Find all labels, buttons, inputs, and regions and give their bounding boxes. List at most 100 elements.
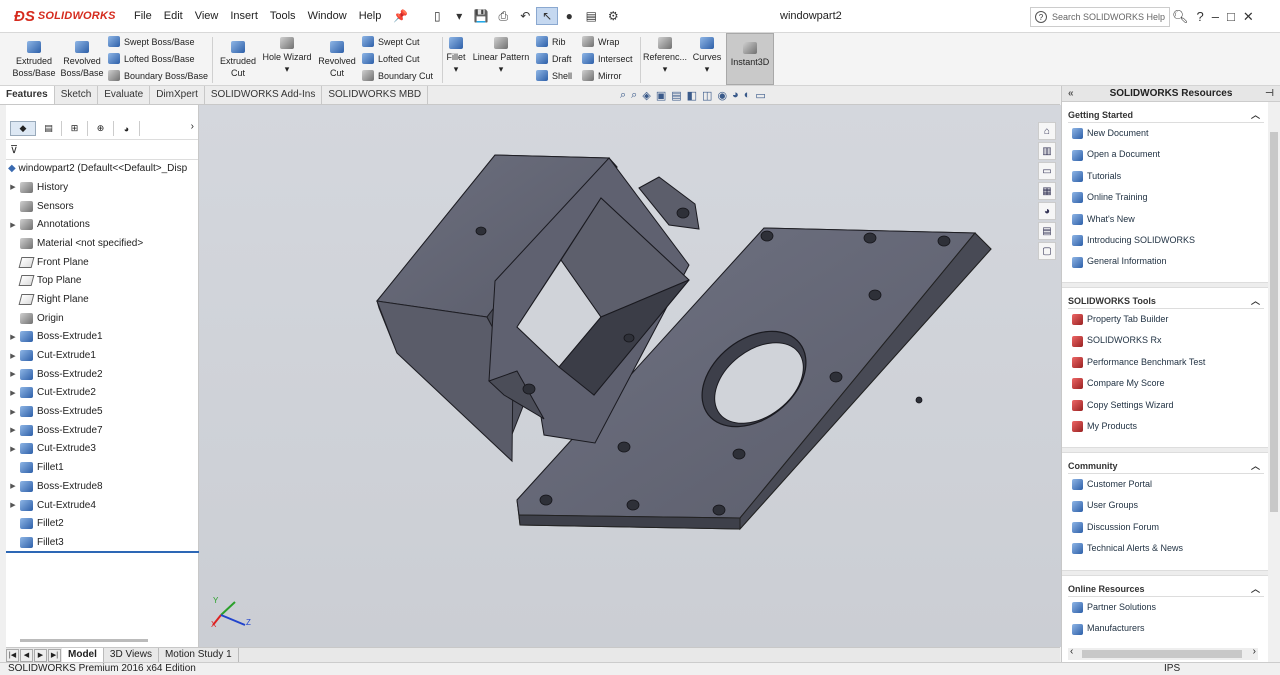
edit-appearance-icon[interactable]: ◕ (732, 89, 739, 102)
filter-icon[interactable]: ⊽ (6, 140, 198, 160)
hide-show-items-icon[interactable]: ◉ (717, 89, 727, 102)
view-orientation-icon[interactable]: ◧ (687, 89, 697, 102)
custom-properties-icon[interactable]: ▤ (1038, 222, 1056, 240)
resource-link[interactable]: Tutorials (1068, 166, 1264, 187)
resource-link[interactable]: My Products (1068, 416, 1264, 437)
tree-item[interactable]: Fillet2 (6, 514, 198, 533)
maximize-icon[interactable]: □ (1223, 9, 1239, 24)
boundary-boss-button[interactable]: Boundary Boss/Base (108, 70, 208, 81)
mirror-button[interactable]: Mirror (582, 70, 622, 81)
resource-link[interactable]: Property Tab Builder (1068, 309, 1264, 330)
tree-item[interactable]: Origin (6, 309, 198, 328)
file-explorer-icon[interactable]: ▭ (1038, 162, 1056, 180)
collapse-chevron-icon[interactable]: ︿ (1251, 582, 1260, 596)
swept-boss-button[interactable]: Swept Boss/Base (108, 36, 195, 47)
task-pane-horizontal-scrollbar[interactable]: ‹ › (1068, 646, 1258, 660)
expand-arrow-icon[interactable]: ▶ (6, 408, 20, 416)
help-search-input[interactable]: ? Search SOLIDWORKS Help (1030, 7, 1170, 27)
resource-link[interactable]: Customer Portal (1068, 474, 1264, 495)
tree-horizontal-scrollbar[interactable] (20, 639, 148, 642)
property-manager-tab-icon[interactable]: ▤ (36, 121, 62, 136)
last-tab-icon[interactable]: ▶| (48, 648, 61, 662)
wrap-button[interactable]: Wrap (582, 36, 619, 47)
collapse-chevron-icon[interactable]: ︿ (1251, 108, 1260, 122)
apply-scene-icon[interactable]: ◐ (744, 89, 751, 102)
tree-item[interactable]: ▶ Boss-Extrude5 (6, 402, 198, 421)
task-pane-hscroll-thumb[interactable] (1082, 650, 1242, 658)
resource-group-header[interactable]: SOLIDWORKS Tools ︿ (1068, 294, 1264, 309)
resource-link[interactable]: Introducing SOLIDWORKS (1068, 230, 1264, 251)
resource-group-header[interactable]: Online Resources ︿ (1068, 582, 1264, 597)
pin-icon[interactable]: 📌 (393, 9, 408, 23)
print-icon[interactable]: ⎙ (492, 7, 514, 25)
resource-link[interactable]: Open a Document (1068, 144, 1264, 165)
shell-button[interactable]: Shell (536, 70, 572, 81)
save-icon[interactable]: 💾 (470, 7, 492, 25)
tree-item[interactable]: ▶ Annotations (6, 215, 198, 234)
tree-item[interactable]: Fillet1 (6, 458, 198, 477)
resource-link[interactable]: New Document (1068, 123, 1264, 144)
open-icon[interactable]: ▾ (448, 7, 470, 25)
resource-link[interactable]: Technical Alerts & News (1068, 538, 1264, 559)
tree-item[interactable]: ▶ Cut-Extrude2 (6, 384, 198, 403)
section-view-icon[interactable]: ▣ (656, 89, 666, 102)
tab-features[interactable]: Features (0, 86, 55, 104)
tree-item[interactable]: Right Plane (6, 290, 198, 309)
resource-link[interactable]: Manufacturers (1068, 618, 1264, 639)
forum-icon[interactable]: ▢ (1038, 242, 1056, 260)
tab-dimxpert[interactable]: DimXpert (150, 86, 205, 104)
scroll-right-icon[interactable]: › (1253, 646, 1256, 657)
task-pane-scrollbar[interactable] (1268, 102, 1280, 662)
resource-link[interactable]: User Groups (1068, 495, 1264, 516)
tree-item[interactable]: Material <not specified> (6, 234, 198, 253)
resource-link[interactable]: General Information (1068, 251, 1264, 272)
file-properties-icon[interactable]: ▤ (580, 7, 602, 25)
dynamic-annotation-icon[interactable]: ▤ (671, 89, 681, 102)
undo-icon[interactable]: ↶ (514, 7, 536, 25)
task-pane-scroll-thumb[interactable] (1270, 132, 1278, 512)
expand-arrow-icon[interactable]: ▶ (6, 221, 20, 229)
close-icon[interactable]: ✕ (1239, 9, 1258, 25)
configuration-manager-tab-icon[interactable]: ⊞ (62, 121, 88, 136)
hole-wizard-button[interactable]: Hole Wizard ▾ (262, 35, 312, 75)
draft-button[interactable]: Draft (536, 53, 572, 64)
resource-link[interactable]: Copy Settings Wizard (1068, 395, 1264, 416)
tab-evaluate[interactable]: Evaluate (98, 86, 151, 104)
curves-button[interactable]: Curves ▾ (690, 35, 724, 75)
view-palette-icon[interactable]: ▦ (1038, 182, 1056, 200)
lofted-boss-button[interactable]: Lofted Boss/Base (108, 53, 195, 64)
tab-motion-study[interactable]: Motion Study 1 (159, 648, 239, 662)
first-tab-icon[interactable]: |◀ (6, 648, 19, 662)
help-dropdown-icon[interactable]: ? (1193, 9, 1208, 24)
tab-addins[interactable]: SOLIDWORKS Add-Ins (205, 86, 323, 104)
resource-link[interactable]: Discussion Forum (1068, 517, 1264, 538)
tree-item[interactable]: ▶ Cut-Extrude3 (6, 440, 198, 459)
resource-link[interactable]: Partner Solutions (1068, 597, 1264, 618)
previous-view-icon[interactable]: ◈ (642, 89, 650, 102)
new-document-icon[interactable]: ▯ (426, 7, 448, 25)
resource-group-header[interactable]: Community ︿ (1068, 459, 1264, 474)
resource-link[interactable]: Compare My Score (1068, 373, 1264, 394)
collapse-pane-icon[interactable]: « (1068, 86, 1074, 102)
tree-item[interactable]: Top Plane (6, 271, 198, 290)
tab-model[interactable]: Model (62, 648, 104, 662)
lofted-cut-button[interactable]: Lofted Cut (362, 53, 420, 64)
tab-sketch[interactable]: Sketch (55, 86, 99, 104)
3d-model[interactable]: Y X Z (199, 105, 1061, 647)
extruded-cut-button[interactable]: Extruded Cut (216, 39, 260, 79)
resource-link[interactable]: What's New (1068, 209, 1264, 230)
expand-arrow-icon[interactable]: ▶ (6, 482, 20, 490)
tree-item[interactable]: Front Plane (6, 253, 198, 272)
zoom-to-fit-icon[interactable]: ⌕ (620, 89, 626, 102)
expand-arrow-icon[interactable]: ▶ (6, 501, 20, 509)
tree-item[interactable]: ▶ Boss-Extrude7 (6, 421, 198, 440)
pin-pane-icon[interactable]: ⊣ (1265, 86, 1274, 102)
tree-item[interactable]: ▶ Boss-Extrude2 (6, 365, 198, 384)
feature-tree-tab-icon[interactable]: ◆ (10, 121, 36, 136)
linear-pattern-button[interactable]: Linear Pattern ▾ (471, 35, 531, 75)
design-library-icon[interactable]: ▥ (1038, 142, 1056, 160)
rebuild-icon[interactable]: ● (558, 7, 580, 25)
collapse-chevron-icon[interactable]: ︿ (1251, 459, 1260, 473)
tab-mbd[interactable]: SOLIDWORKS MBD (322, 86, 429, 104)
options-gear-icon[interactable]: ⚙ (602, 7, 624, 25)
